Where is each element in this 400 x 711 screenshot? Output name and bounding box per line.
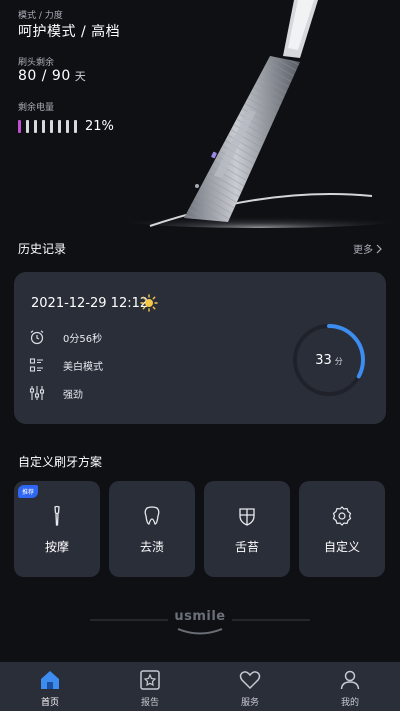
tab-service[interactable]: 服务 [200,662,300,711]
recommended-badge: 推荐 [18,485,39,498]
tab-report[interactable]: 报告 [100,662,200,711]
battery-bar [42,120,45,133]
plan-stain-removal[interactable]: 去渍 [109,481,195,577]
mode-label: 模式 / 力度 [18,11,63,21]
sun-icon [140,294,158,312]
history-duration: 0分56秒 [63,333,103,345]
plan-label: 舌苔 [234,540,259,554]
tooth-icon [141,505,163,527]
history-title: 历史记录 [18,242,67,256]
tab-label: 服务 [240,698,259,708]
chevron-right-icon [376,244,382,253]
history-strength: 强劲 [63,389,83,401]
history-card[interactable]: 2021-12-29 12:12 0分56秒 美白模式 强劲 33 分 [14,272,386,424]
report-icon [138,668,162,692]
history-date: 2021-12-29 12:12 [31,296,149,311]
alarm-clock-icon [30,330,44,345]
tab-label: 首页 [40,698,59,708]
score-unit: 分 [334,357,343,366]
brand-logo: usmile [174,609,226,624]
battery-bar [58,120,61,133]
mode-value[interactable]: 呵护模式 / 高档 [18,21,120,41]
hero-section: 模式 / 力度 呵护模式 / 高档 刷头剩余 80 / 90 天 剩余电量 21% [0,0,400,228]
plan-grid: 推荐 按摩 去渍 舌苔 自定义 [14,481,386,577]
history-mode-row: 美白模式 [29,357,103,373]
brush-head-value: 80 / 90 天 [18,68,86,84]
plan-label: 按摩 [44,540,69,554]
tab-home[interactable]: 首页 [0,662,100,711]
plan-label: 自定义 [323,540,360,554]
user-icon [338,668,362,692]
brush-head-unit: 天 [74,70,87,83]
battery-bar [50,120,53,133]
tab-profile[interactable]: 我的 [300,662,400,711]
history-strength-row: 强劲 [29,385,83,401]
history-more-label: 更多 [353,245,373,256]
tab-label: 报告 [140,698,159,708]
shield-icon [236,505,258,527]
brush-icon [46,505,68,527]
gear-icon [331,505,353,527]
home-icon [38,668,62,692]
sliders-icon [29,386,45,400]
plan-massage[interactable]: 推荐 按摩 [14,481,100,577]
battery-bar [34,120,37,133]
battery-indicator: 21% [18,119,114,134]
plan-label: 去渍 [139,540,164,554]
history-duration-row: 0分56秒 [29,329,102,345]
plan-tongue-coating[interactable]: 舌苔 [204,481,290,577]
bottom-tab-bar: 首页 报告 服务 我的 [0,662,400,711]
tab-label: 我的 [340,698,359,708]
history-mode: 美白模式 [63,361,103,373]
list-icon [29,358,43,372]
score-value: 33 [315,352,332,368]
battery-percent: 21% [85,119,114,134]
plans-title: 自定义刷牙方案 [18,455,103,469]
history-more-link[interactable]: 更多 [353,241,383,256]
battery-bar [74,120,77,133]
plan-custom[interactable]: 自定义 [299,481,385,577]
battery-bar [18,120,21,133]
battery-label: 剩余电量 [18,103,55,113]
battery-bar [66,120,69,133]
brush-head-days: 80 / 90 [18,68,71,84]
battery-bar [26,120,29,133]
heart-icon [238,668,262,692]
score-display: 33 分 [289,320,369,400]
brush-head-label: 刷头剩余 [18,58,55,68]
